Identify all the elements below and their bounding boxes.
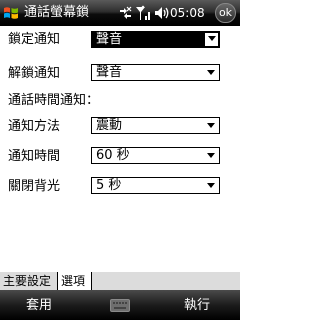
clock[interactable]: 05:08 bbox=[170, 5, 205, 21]
execute-softkey[interactable]: 執行 bbox=[184, 298, 210, 314]
tab-main-settings[interactable]: 主要設定 bbox=[0, 272, 58, 290]
chevron-down-icon[interactable] bbox=[207, 123, 215, 128]
apply-softkey[interactable]: 套用 bbox=[26, 298, 52, 314]
unlock-notify-value: 聲音 bbox=[96, 65, 123, 80]
tab-options[interactable]: 選項 bbox=[58, 272, 92, 290]
chevron-down-icon[interactable] bbox=[207, 153, 215, 158]
notify-time-select[interactable]: 60 秒 bbox=[91, 147, 220, 164]
connectivity-icon[interactable] bbox=[118, 5, 133, 21]
windows-start-icon[interactable] bbox=[3, 5, 19, 21]
tab-strip-filler bbox=[92, 272, 240, 290]
call-time-notify-heading: 通話時間通知： bbox=[8, 93, 100, 108]
backlight-off-value: 5 秒 bbox=[96, 178, 122, 193]
title-bar: 通話螢幕鎖 05:08 ok bbox=[0, 0, 240, 26]
lock-notify-select[interactable]: 聲音 bbox=[91, 31, 220, 48]
unlock-notify-label: 解鎖通知 bbox=[8, 66, 61, 81]
notify-method-label: 通知方法 bbox=[8, 119, 61, 134]
notify-method-select[interactable]: 震動 bbox=[91, 117, 220, 134]
notify-time-value: 60 秒 bbox=[96, 148, 130, 163]
backlight-off-select[interactable]: 5 秒 bbox=[91, 177, 220, 194]
lock-notify-value: 聲音 bbox=[96, 32, 123, 47]
lock-notify-label: 鎖定通知 bbox=[8, 32, 61, 47]
volume-icon[interactable] bbox=[154, 5, 170, 21]
notify-method-value: 震動 bbox=[96, 118, 123, 133]
notify-time-label: 通知時間 bbox=[8, 149, 61, 164]
chevron-down-icon[interactable] bbox=[207, 70, 215, 75]
keyboard-icon[interactable] bbox=[110, 299, 130, 312]
softkey-bar: 套用 執行 bbox=[0, 290, 240, 320]
app-title: 通話螢幕鎖 bbox=[24, 5, 90, 20]
signal-strength-icon[interactable] bbox=[135, 5, 152, 21]
chevron-down-icon[interactable] bbox=[207, 183, 215, 188]
chevron-down-icon[interactable] bbox=[208, 36, 216, 41]
unlock-notify-select[interactable]: 聲音 bbox=[91, 64, 220, 81]
ok-button[interactable]: ok bbox=[215, 3, 236, 23]
backlight-off-label: 關閉背光 bbox=[8, 179, 61, 194]
